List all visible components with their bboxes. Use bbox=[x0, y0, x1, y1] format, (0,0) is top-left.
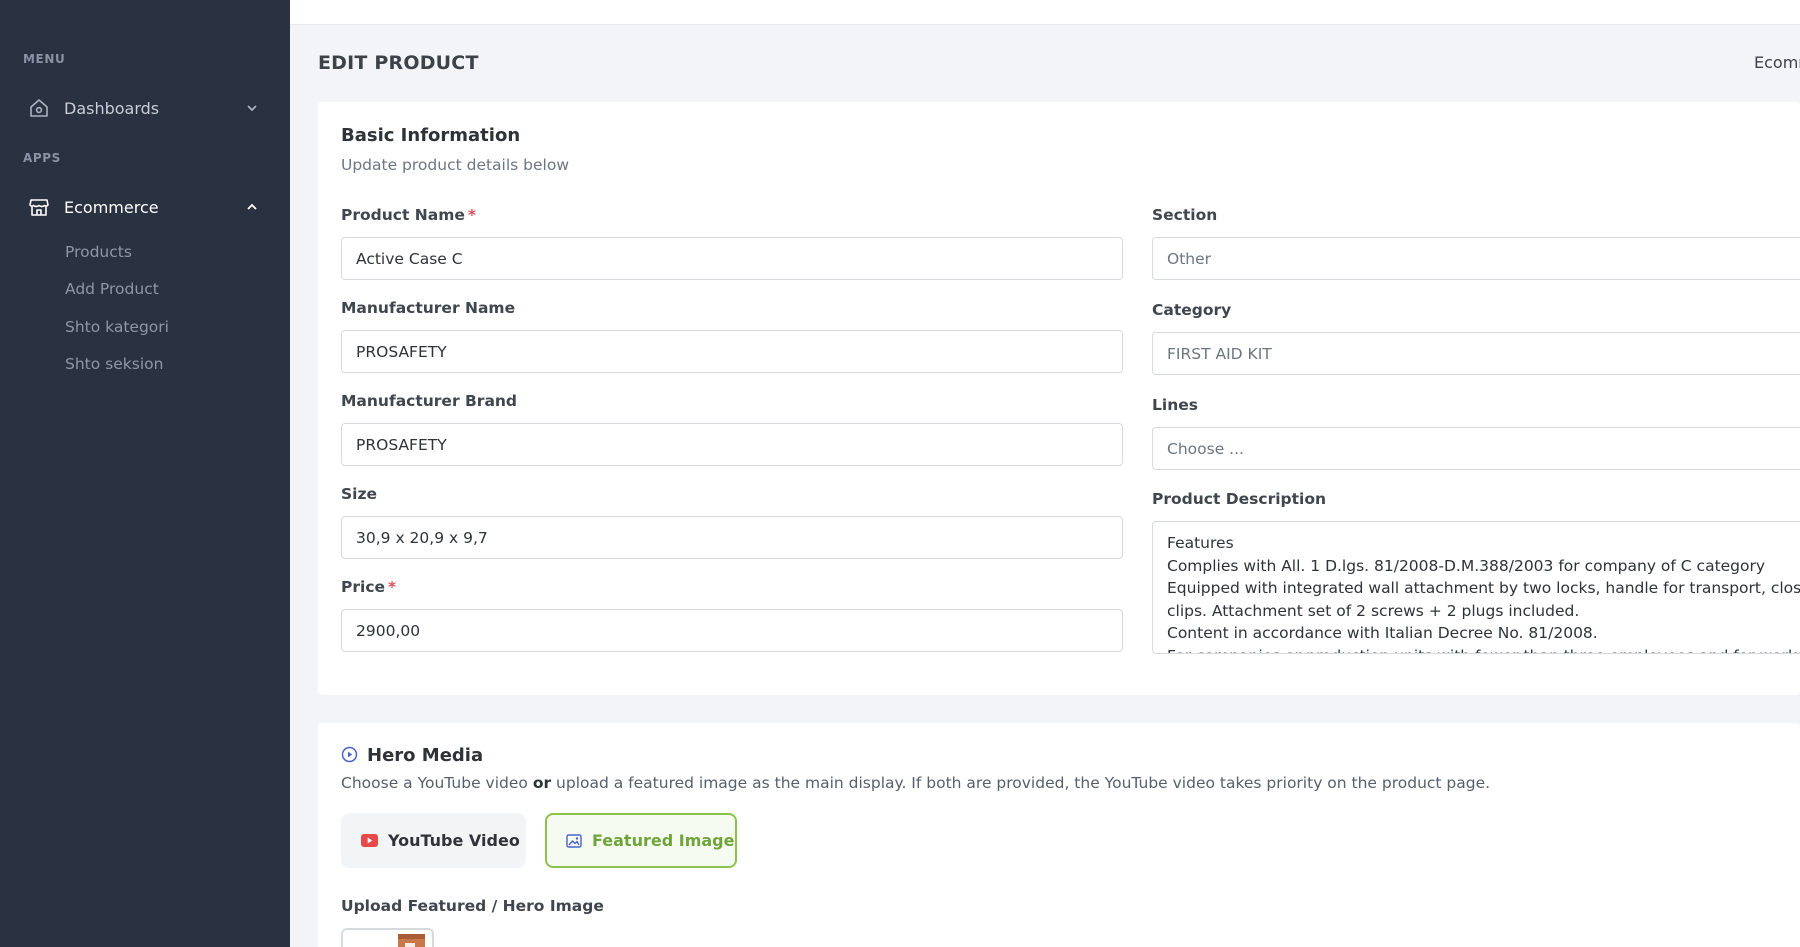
category-select[interactable]: FIRST AID KIT bbox=[1152, 332, 1800, 375]
chevron-down-icon bbox=[244, 100, 260, 116]
home-icon bbox=[28, 97, 50, 119]
section-select[interactable]: Other bbox=[1152, 237, 1800, 280]
upload-featured-image-label: Upload Featured / Hero Image bbox=[341, 897, 604, 915]
description-line: Features bbox=[1167, 534, 1234, 552]
sidebar-subitem-products[interactable]: Products bbox=[65, 243, 132, 261]
youtube-video-button[interactable]: YouTube Video bbox=[341, 813, 526, 868]
basic-information-title: Basic Information bbox=[341, 125, 521, 146]
price-input[interactable]: 2900,00 bbox=[341, 609, 1123, 652]
lines-select[interactable]: Choose ... bbox=[1152, 427, 1800, 470]
hero-media-title: Hero Media bbox=[367, 745, 484, 766]
description-line: For companies or production units with f… bbox=[1167, 645, 1800, 654]
description-line: Equipped with integrated wall attachment… bbox=[1167, 579, 1800, 597]
breadcrumb[interactable]: Ecommerce bbox=[1754, 53, 1800, 72]
required-marker: * bbox=[467, 206, 476, 224]
product-name-input[interactable]: Active Case C bbox=[341, 237, 1123, 280]
lines-label: Lines bbox=[1152, 396, 1198, 414]
store-icon bbox=[28, 196, 50, 218]
sidebar: MENU Dashboards APPS Ecommerce Products … bbox=[0, 0, 290, 947]
manufacturer-brand-input[interactable]: PROSAFETY bbox=[341, 423, 1123, 466]
manufacturer-brand-label: Manufacturer Brand bbox=[341, 392, 518, 410]
menu-heading: MENU bbox=[23, 52, 66, 66]
product-description-textarea[interactable]: Features Complies with All. 1 D.lgs. 81/… bbox=[1152, 521, 1800, 654]
description-line: Complies with All. 1 D.lgs. 81/2008-D.M.… bbox=[1167, 556, 1766, 575]
description-line: clips. Attachment set of 2 screws + 2 pl… bbox=[1167, 601, 1580, 620]
featured-image-label: Featured Image bbox=[592, 831, 735, 850]
featured-image-thumbnail[interactable] bbox=[341, 928, 434, 947]
category-label: Category bbox=[1152, 301, 1232, 319]
chevron-up-icon bbox=[244, 199, 260, 215]
youtube-video-label: YouTube Video bbox=[388, 831, 520, 850]
required-marker: * bbox=[388, 578, 397, 596]
size-label: Size bbox=[341, 485, 378, 503]
manufacturer-name-label: Manufacturer Name bbox=[341, 299, 516, 317]
youtube-icon bbox=[361, 834, 378, 847]
product-name-label: Product Name * bbox=[341, 206, 476, 224]
play-circle-icon bbox=[341, 746, 358, 767]
section-label: Section bbox=[1152, 206, 1218, 224]
sidebar-subitem-add-product[interactable]: Add Product bbox=[65, 280, 159, 298]
sidebar-item-dashboards[interactable]: Dashboards bbox=[0, 86, 290, 130]
sidebar-item-ecommerce[interactable]: Ecommerce bbox=[0, 185, 290, 229]
description-line: Content in accordance with Italian Decre… bbox=[1167, 624, 1598, 642]
image-icon bbox=[566, 833, 582, 848]
sidebar-item-label: Ecommerce bbox=[64, 197, 159, 217]
featured-image-button[interactable]: Featured Image bbox=[545, 813, 737, 868]
topbar bbox=[290, 0, 1800, 25]
manufacturer-name-input[interactable]: PROSAFETY bbox=[341, 330, 1123, 373]
product-description-label: Product Description bbox=[1152, 490, 1327, 508]
hero-media-description: Choose a YouTube video or upload a featu… bbox=[341, 774, 1491, 792]
page-title: EDIT PRODUCT bbox=[318, 52, 479, 74]
size-input[interactable]: 30,9 x 20,9 x 9,7 bbox=[341, 516, 1123, 559]
sidebar-item-label: Dashboards bbox=[64, 98, 160, 118]
price-label: Price * bbox=[341, 578, 397, 596]
product-image bbox=[343, 930, 432, 947]
basic-information-subtitle: Update product details below bbox=[341, 156, 570, 174]
sidebar-subitem-add-category[interactable]: Shto kategori bbox=[65, 318, 169, 336]
apps-heading: APPS bbox=[23, 151, 61, 165]
sidebar-subitem-add-section[interactable]: Shto seksion bbox=[65, 355, 163, 373]
